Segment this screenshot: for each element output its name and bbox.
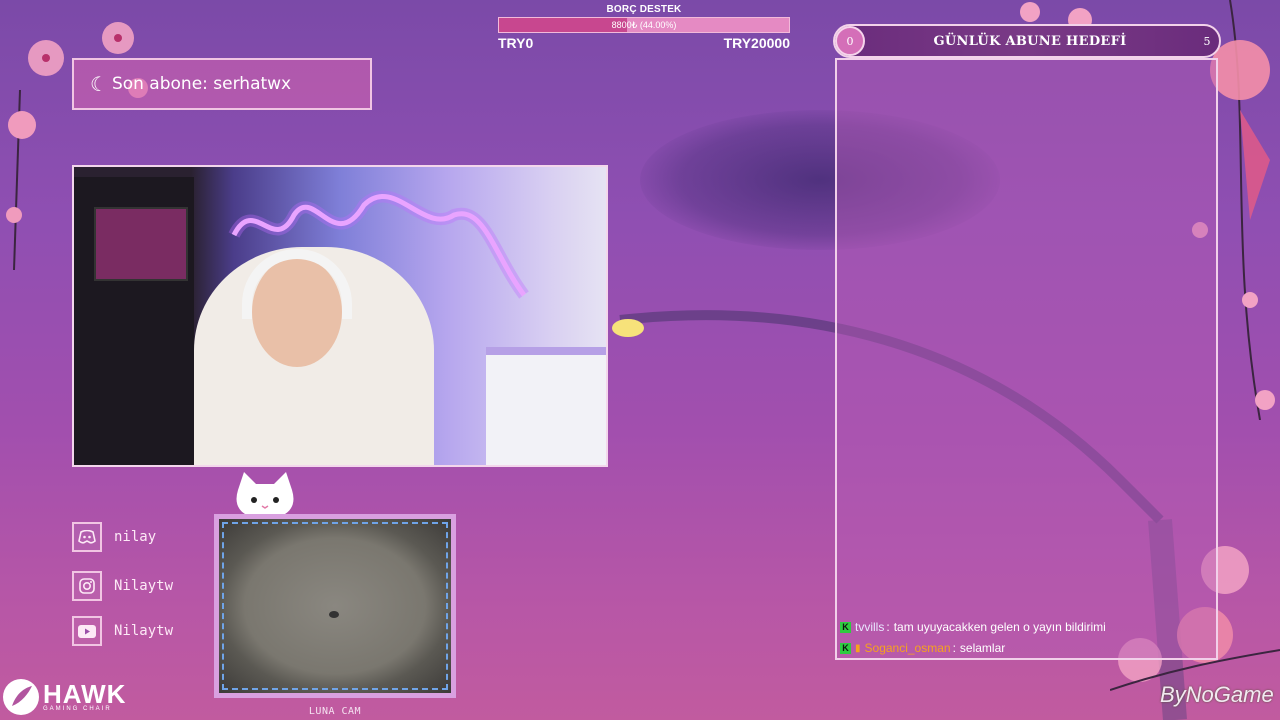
- webcam-drawers: [486, 347, 606, 465]
- sub-goal-title: GÜNLÜK ABUNE HEDEFİ: [933, 33, 1127, 49]
- pet-camera-label: LUNA CAM: [308, 706, 362, 717]
- chat-username: tvvills: [855, 620, 885, 634]
- social-discord-handle: nilay: [114, 529, 157, 545]
- pet-camera-border: [222, 522, 448, 690]
- donation-goal-widget: BORÇ DESTEK 8800₺ (44.00%) TRY0 TRY20000: [498, 4, 790, 51]
- social-instagram: Nilaytw: [72, 571, 173, 601]
- chat-separator: :: [886, 620, 890, 634]
- last-subscriber-box: ☾ Son abone: serhatwx: [72, 58, 372, 110]
- chat-message: K ▮ Soganci_osman : selamlar: [840, 641, 1005, 655]
- kick-badge-icon: K: [840, 642, 851, 654]
- hawk-sponsor-logo: HAWK GAMING CHAIR: [2, 678, 126, 716]
- chat-separator: :: [952, 641, 956, 655]
- feather-icon: [3, 679, 39, 715]
- daily-sub-goal-bar: 0 GÜNLÜK ABUNE HEDEFİ 5: [833, 24, 1221, 58]
- social-discord: nilay: [72, 522, 156, 552]
- pet-camera-feed: [214, 514, 456, 698]
- chat-text: tam uyuyacakken gelen o yayın bildirimi: [893, 620, 1106, 634]
- hawk-logo-text: HAWK: [43, 679, 127, 709]
- chat-text: selamlar: [959, 641, 1006, 655]
- bynogame-sponsor-logo: ByNoGame: [1160, 682, 1274, 707]
- kick-badge-icon: K: [840, 621, 851, 633]
- webcam-cabinet: [74, 177, 194, 465]
- donation-min-label: TRY0: [498, 35, 534, 51]
- moon-icon: ☾: [90, 72, 108, 96]
- social-youtube: Nilaytw: [72, 616, 173, 646]
- donation-goal-title: BORÇ DESTEK: [606, 4, 682, 15]
- chat-message: K tvvills : tam uyuyacakken gelen o yayı…: [840, 620, 1106, 634]
- pet-camera-center: [329, 611, 339, 618]
- cherry-blossom-branch-left: [6, 90, 36, 270]
- donation-max-label: TRY20000: [723, 35, 790, 51]
- chat-panel: [835, 58, 1218, 660]
- social-youtube-handle: Nilaytw: [114, 623, 174, 639]
- streamer-webcam: [72, 165, 608, 467]
- sub-goal-target: 5: [1203, 34, 1211, 48]
- instagram-icon: [72, 571, 102, 601]
- webcam-monitor: [94, 207, 188, 281]
- sub-goal-current: 0: [835, 26, 865, 56]
- social-instagram-handle: Nilaytw: [114, 578, 174, 594]
- subscriber-badge-icon: ▮: [855, 642, 861, 654]
- last-subscriber-text: Son abone: serhatwx: [111, 74, 292, 94]
- donation-progress-text: 8800₺ (44.00%): [611, 20, 677, 30]
- youtube-icon: [72, 616, 102, 646]
- chat-username: Soganci_osman: [864, 641, 951, 655]
- discord-icon: [72, 522, 102, 552]
- donation-progress-bar: 8800₺ (44.00%): [498, 17, 790, 33]
